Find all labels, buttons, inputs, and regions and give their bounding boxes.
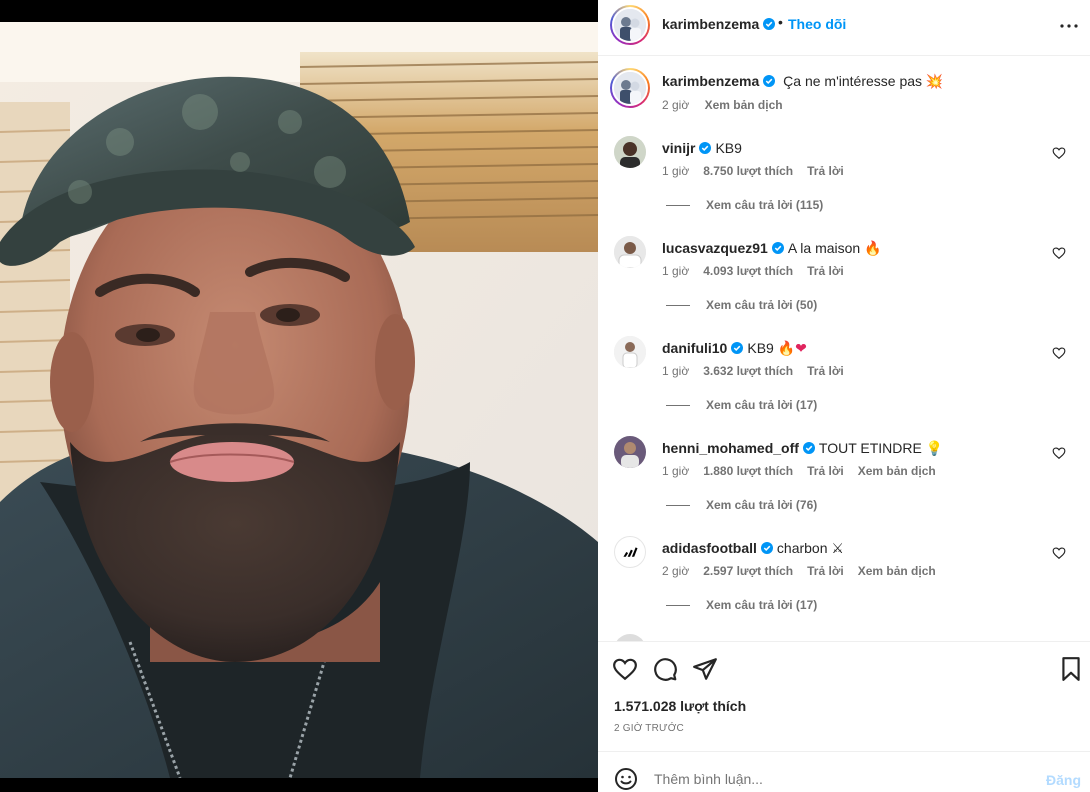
comment-heart-icon[interactable] bbox=[1052, 346, 1066, 360]
verified-badge-icon bbox=[763, 18, 776, 30]
comment-age: 2 giờ bbox=[662, 564, 690, 578]
heart-icon[interactable] bbox=[612, 656, 638, 682]
view-replies-button[interactable]: Xem câu trả lời (50) bbox=[666, 298, 817, 312]
comment-like-count[interactable]: 3.632 lượt thích bbox=[703, 364, 793, 378]
comment-avatar[interactable] bbox=[614, 336, 646, 368]
comment-username[interactable]: vinijr bbox=[662, 140, 695, 156]
comment-heart-icon[interactable] bbox=[1052, 246, 1066, 260]
emoji-icon[interactable] bbox=[614, 767, 638, 791]
view-replies-button[interactable]: Xem câu trả lời (17) bbox=[666, 598, 817, 612]
comment-item: vinijr KB9 1 giờ 8.750 lượt thích Trả lời X… bbox=[614, 136, 1084, 236]
post-media[interactable] bbox=[0, 0, 598, 792]
verified-badge-icon bbox=[802, 442, 815, 454]
verified-badge-icon bbox=[771, 242, 784, 254]
comment-like-count[interactable]: 4.093 lượt thích bbox=[703, 264, 793, 278]
comment-username[interactable]: danifuli10 bbox=[662, 340, 727, 356]
verified-badge-icon bbox=[699, 142, 712, 154]
reply-button[interactable]: Trả lời bbox=[807, 364, 844, 378]
comment-age: 1 giờ bbox=[662, 164, 690, 178]
comment-emoji: ⚔ bbox=[831, 541, 844, 557]
comment-item: adidasfootball charbon ⚔ 2 giờ 2.597 lượt … bbox=[614, 536, 1084, 636]
comment-text: charbon bbox=[776, 540, 828, 556]
comments-list[interactable]: karimbenzema Ça ne m'intéresse pas 💥 2 g… bbox=[598, 56, 1090, 641]
header-separator: • bbox=[778, 14, 783, 30]
comment-username[interactable]: lucasvazquez91 bbox=[662, 240, 768, 256]
caption-translate-link[interactable]: Xem bản dịch bbox=[705, 98, 783, 112]
follow-button[interactable]: Theo dõi bbox=[788, 16, 846, 32]
comment-age: 1 giờ bbox=[662, 464, 690, 478]
post-timestamp: 2 GIỜ TRƯỚC bbox=[614, 723, 684, 734]
comment-input[interactable] bbox=[654, 771, 1014, 787]
comment-text: KB9 bbox=[747, 340, 774, 356]
comment-age: 1 giờ bbox=[662, 364, 690, 378]
comment-avatar[interactable] bbox=[614, 436, 646, 468]
comment-emoji: 🔥 bbox=[864, 241, 882, 257]
comment-like-count[interactable]: 1.880 lượt thích bbox=[703, 464, 793, 478]
comment-like-count[interactable]: 8.750 lượt thích bbox=[703, 164, 793, 178]
caption-username[interactable]: karimbenzema bbox=[662, 73, 759, 89]
translate-link[interactable]: Xem bản dịch bbox=[858, 464, 936, 478]
verified-badge-icon bbox=[760, 542, 773, 554]
post-actions: 1.571.028 lượt thích 2 GIỜ TRƯỚC bbox=[598, 641, 1090, 751]
post-panel: karimbenzema • Theo dõi karimbenzema Ça … bbox=[598, 0, 1090, 792]
view-replies-button[interactable]: Xem câu trả lời (115) bbox=[666, 198, 823, 212]
post-photo[interactable] bbox=[0, 22, 598, 778]
author-avatar[interactable] bbox=[610, 5, 650, 45]
comment-avatar[interactable] bbox=[614, 236, 646, 268]
comment-icon[interactable] bbox=[652, 656, 678, 682]
comment-item: lucasvazquez91 A la maison 🔥 1 giờ 4.093 l… bbox=[614, 236, 1084, 336]
comment-text: A la maison bbox=[787, 240, 861, 256]
comment-username[interactable]: henni_mohamed_off bbox=[662, 440, 799, 456]
reply-button[interactable]: Trả lời bbox=[807, 164, 844, 178]
reply-button[interactable]: Trả lời bbox=[807, 464, 844, 478]
view-replies-button[interactable]: Xem câu trả lời (76) bbox=[666, 498, 817, 512]
comment-emoji: 💡 bbox=[925, 441, 944, 457]
view-replies-button[interactable]: Xem câu trả lời (17) bbox=[666, 398, 817, 412]
comment-like-count[interactable]: 2.597 lượt thích bbox=[703, 564, 793, 578]
share-icon[interactable] bbox=[692, 656, 718, 682]
post-comment-button[interactable]: Đăng bbox=[1046, 772, 1081, 788]
caption-text: Ça ne m'intéresse pas bbox=[783, 73, 923, 89]
caption-emoji: 💥 bbox=[925, 74, 944, 90]
comment-composer: Đăng bbox=[598, 751, 1090, 792]
comment-avatar[interactable] bbox=[614, 536, 646, 568]
comment-age: 1 giờ bbox=[662, 264, 690, 278]
comment-heart-icon[interactable] bbox=[1052, 446, 1066, 460]
comment-heart-icon[interactable] bbox=[1052, 546, 1066, 560]
comment-heart-icon[interactable] bbox=[1052, 146, 1066, 160]
comment-avatar[interactable] bbox=[614, 136, 646, 168]
translate-link[interactable]: Xem bản dịch bbox=[858, 564, 936, 578]
comment-item: danifuli10 KB9 🔥❤ 1 giờ 3.632 lượt thích Tr… bbox=[614, 336, 1084, 436]
comment-text: KB9 bbox=[715, 140, 742, 156]
caption-age: 2 giờ bbox=[662, 98, 690, 112]
comment-username[interactable]: adidasfootball bbox=[662, 540, 757, 556]
reply-button[interactable]: Trả lời bbox=[807, 264, 844, 278]
verified-badge-icon bbox=[763, 75, 776, 87]
post-like-count[interactable]: 1.571.028 lượt thích bbox=[614, 698, 746, 714]
comment-item: henni_mohamed_off TOUT ETINDRE 💡 1 giờ 1.8… bbox=[614, 436, 1084, 536]
reply-button[interactable]: Trả lời bbox=[807, 564, 844, 578]
more-options-icon[interactable] bbox=[1057, 14, 1081, 38]
caption-author-avatar[interactable] bbox=[610, 68, 650, 108]
bookmark-icon[interactable] bbox=[1058, 656, 1084, 682]
comment-text: TOUT ETINDRE bbox=[818, 440, 922, 456]
author-username[interactable]: karimbenzema bbox=[662, 16, 776, 32]
verified-badge-icon bbox=[731, 342, 744, 354]
post-header: karimbenzema • Theo dõi bbox=[598, 0, 1090, 56]
comment-emoji: 🔥❤ bbox=[777, 341, 807, 357]
